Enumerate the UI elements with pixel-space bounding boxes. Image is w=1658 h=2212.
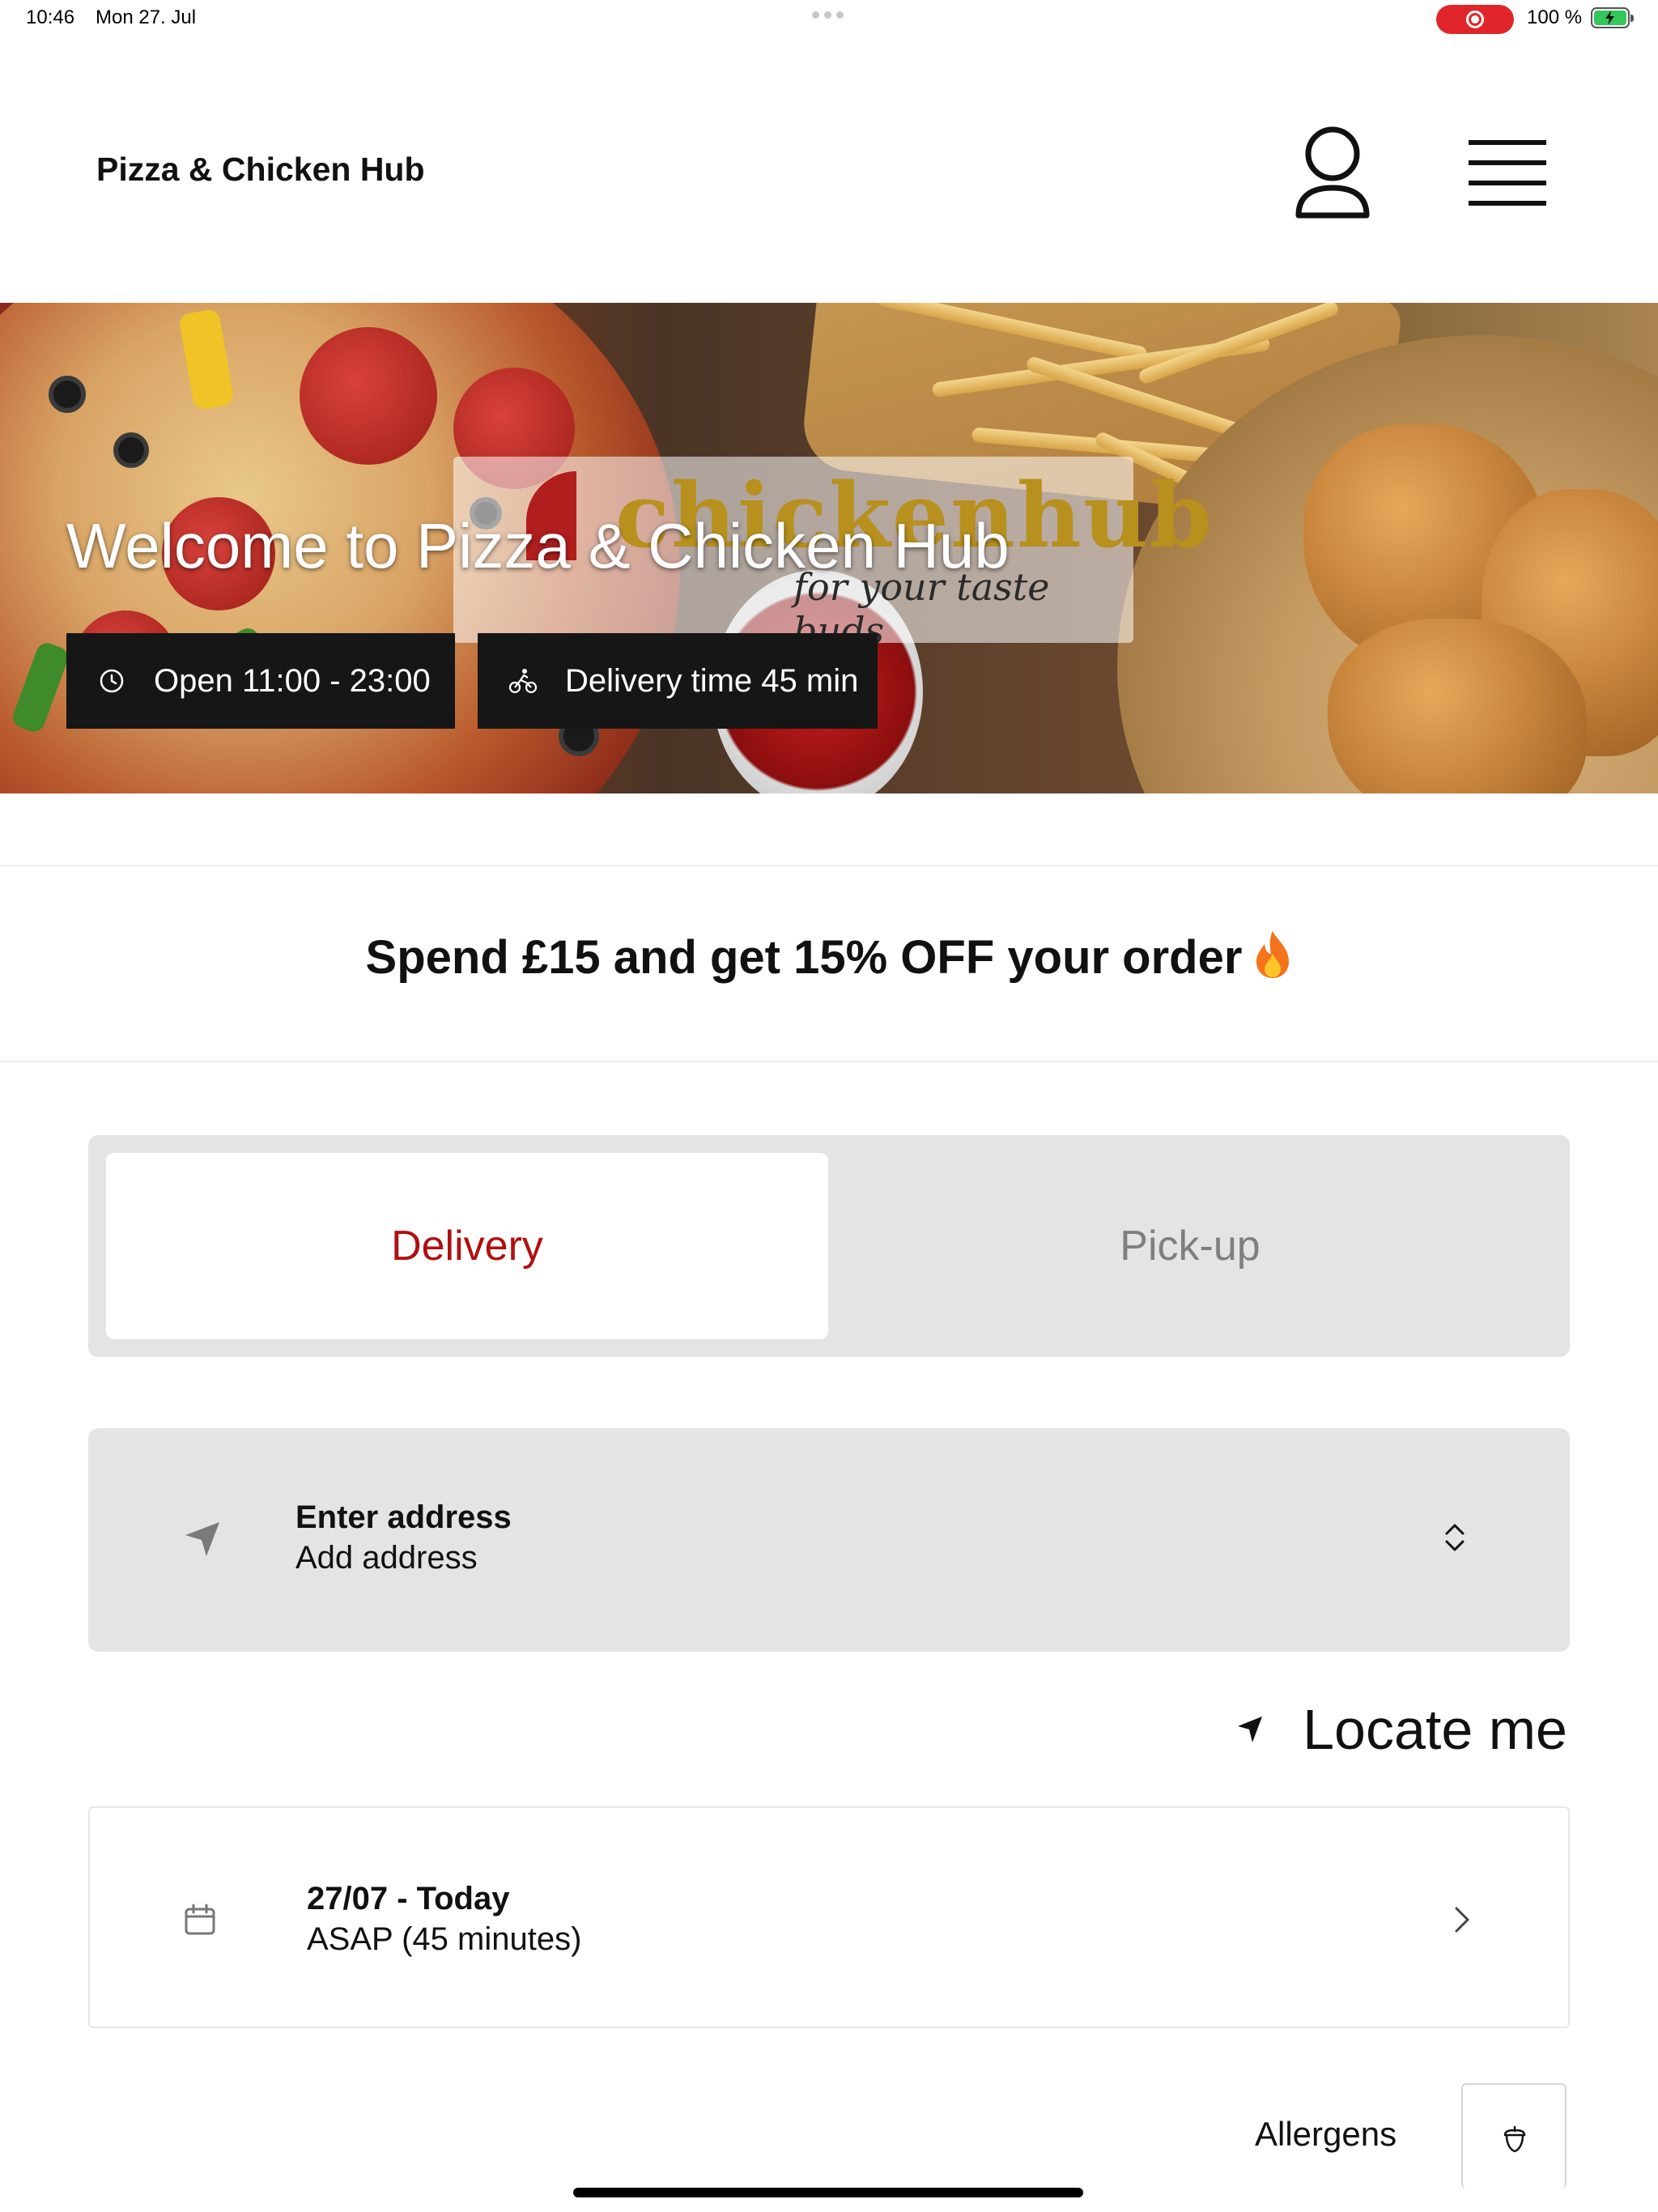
hamburger-menu-icon (1469, 140, 1546, 145)
navigation-arrow-icon (185, 1522, 219, 1556)
order-mode-toggle[interactable]: Delivery Pick-up (88, 1135, 1570, 1357)
status-bar: 10:46 Mon 27. Jul 100 % (0, 0, 1658, 40)
opening-hours-badge: Open 11:00 - 23:00 (66, 633, 455, 729)
promo-banner: Spend £15 and get 15% OFF your order (0, 929, 1658, 985)
battery-icon (1591, 7, 1634, 28)
bicycle-courier-icon (508, 666, 538, 696)
delivery-date: 27/07 - Today (307, 1881, 510, 1916)
status-date: Mon 27. Jul (96, 6, 197, 28)
status-time: 10:46 (26, 6, 75, 28)
address-title: Enter address (295, 1499, 512, 1535)
delivery-time-badge: Delivery time 45 min (478, 633, 878, 729)
pickup-tab[interactable]: Pick-up (828, 1153, 1552, 1339)
delivery-time-text: Delivery time 45 min (565, 662, 859, 699)
locate-me-label: Locate me (1303, 1698, 1567, 1761)
allergens-label[interactable]: Allergens (1255, 2115, 1397, 2154)
home-indicator[interactable] (573, 2188, 1083, 2197)
menu-button[interactable] (1462, 134, 1553, 206)
fire-icon (1253, 929, 1292, 980)
location-arrow-icon (1238, 1716, 1263, 1742)
opening-hours-text: Open 11:00 - 23:00 (154, 662, 431, 699)
chevron-right-icon (1455, 1907, 1469, 1933)
multitasking-dots-icon[interactable] (812, 11, 844, 19)
chevron-up-down-icon (1445, 1524, 1465, 1551)
address-placeholder: Add address (295, 1540, 478, 1576)
divider (0, 865, 1658, 866)
locate-me-button[interactable]: Locate me (1233, 1697, 1567, 1762)
delivery-time-selector[interactable]: 27/07 - Today ASAP (45 minutes) (88, 1806, 1570, 2028)
screen-recording-icon (1436, 5, 1514, 34)
brand-name[interactable]: Pizza & Chicken Hub (96, 151, 425, 189)
divider (0, 1061, 1658, 1062)
acorn-icon (1503, 2125, 1526, 2153)
clock-icon (97, 666, 126, 696)
battery-percentage: 100 % (1527, 6, 1583, 28)
delivery-tab[interactable]: Delivery (106, 1153, 828, 1339)
address-selector[interactable]: Enter address Add address (88, 1428, 1570, 1652)
profile-button[interactable] (1292, 121, 1373, 223)
calendar-icon (185, 1904, 215, 1935)
allergens-button[interactable] (1461, 2083, 1567, 2189)
promo-text: Spend £15 and get 15% OFF your order (365, 931, 1243, 984)
hero-banner: chickenhub for your taste buds Welcome t… (0, 303, 1658, 793)
person-icon (1295, 126, 1370, 219)
hero-title: Welcome to Pizza & Chicken Hub (66, 510, 1010, 581)
delivery-time: ASAP (45 minutes) (307, 1921, 582, 1957)
